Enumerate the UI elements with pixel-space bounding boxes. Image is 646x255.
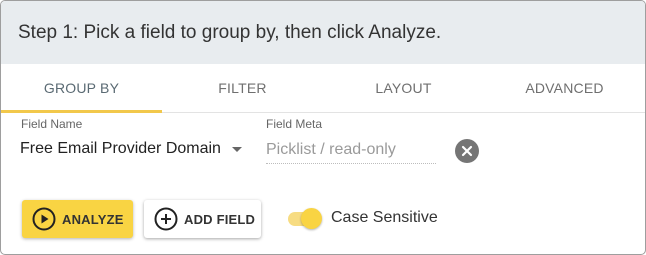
toggle-knob bbox=[301, 208, 322, 229]
step-instruction: Step 1: Pick a field to group by, then c… bbox=[1, 1, 645, 64]
field-name-label: Field Name bbox=[21, 117, 83, 131]
field-name-select[interactable]: Free Email Provider Domain bbox=[20, 137, 244, 161]
analyze-button[interactable]: ANALYZE bbox=[22, 200, 133, 238]
caret-down-icon bbox=[232, 146, 242, 152]
tab-label: FILTER bbox=[218, 80, 267, 96]
tab-label: LAYOUT bbox=[375, 80, 432, 96]
tab-group-by[interactable]: GROUP BY bbox=[1, 64, 162, 113]
step-instruction-text: Step 1: Pick a field to group by, then c… bbox=[18, 21, 442, 43]
case-sensitive-toggle[interactable] bbox=[287, 208, 323, 230]
tab-bar: GROUP BY FILTER LAYOUT ADVANCED bbox=[1, 64, 645, 113]
tab-advanced[interactable]: ADVANCED bbox=[484, 64, 645, 112]
plus-circle-icon bbox=[154, 207, 178, 231]
play-circle-icon bbox=[32, 207, 56, 231]
tab-label: GROUP BY bbox=[43, 80, 120, 96]
close-icon bbox=[461, 145, 473, 157]
tab-label: ADVANCED bbox=[525, 80, 604, 96]
analyze-label: ANALYZE bbox=[62, 211, 124, 227]
field-meta-label: Field Meta bbox=[266, 117, 323, 131]
case-sensitive-label: Case Sensitive bbox=[331, 209, 438, 226]
action-row: ANALYZE ADD FIELD Case Sensitive bbox=[1, 191, 645, 251]
add-field-button[interactable]: ADD FIELD bbox=[144, 200, 261, 238]
field-meta-value: Picklist / read-only bbox=[266, 141, 396, 158]
add-field-label: ADD FIELD bbox=[184, 211, 256, 227]
field-row: Field Name Free Email Provider Domain Fi… bbox=[1, 113, 645, 191]
tab-filter[interactable]: FILTER bbox=[162, 64, 323, 112]
field-meta-field: Picklist / read-only bbox=[266, 137, 436, 164]
clear-field-button[interactable] bbox=[455, 139, 479, 163]
group-by-panel: Step 1: Pick a field to group by, then c… bbox=[0, 0, 646, 255]
field-name-value: Free Email Provider Domain bbox=[20, 140, 221, 157]
tab-layout[interactable]: LAYOUT bbox=[323, 64, 484, 112]
